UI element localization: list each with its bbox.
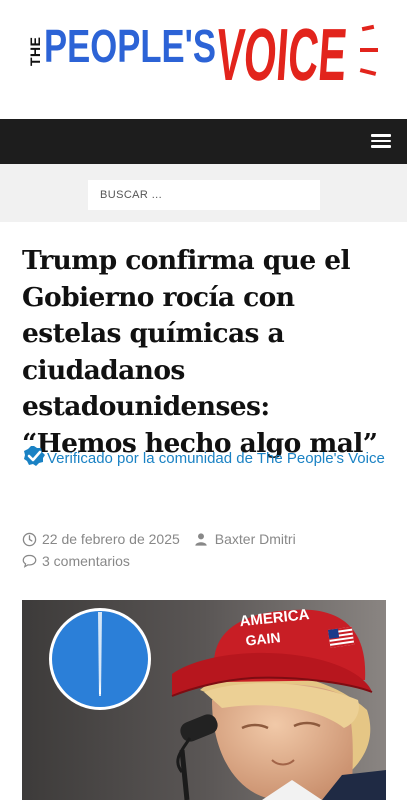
logo-voice: VOICE — [214, 13, 350, 96]
community-verified-link[interactable]: Verificado por la comunidad de The Peopl… — [22, 442, 392, 475]
verified-text: Verificado por la comunidad de The Peopl… — [47, 450, 385, 467]
article-meta: 22 de febrero de 2025 Baxter Dmitri 3 co… — [22, 528, 392, 572]
search-bar — [0, 164, 407, 222]
article-featured-image[interactable]: AMERICA GAIN — [22, 600, 386, 800]
contrail-sky-circle — [49, 608, 151, 710]
hamburger-icon[interactable] — [369, 131, 393, 153]
logo-sound-marks — [359, 24, 378, 76]
clock-icon — [22, 532, 37, 546]
flag-patch-icon — [328, 626, 355, 648]
featured-image-illustration: AMERICA GAIN — [22, 600, 386, 800]
verified-check-icon — [24, 446, 45, 466]
article-title: Trump confirma que el Gobierno rocía con… — [22, 245, 378, 459]
comment-icon — [22, 554, 37, 568]
nav-bar — [0, 119, 407, 164]
article-author[interactable]: Baxter Dmitri — [215, 528, 296, 550]
logo-the: THE — [27, 37, 43, 67]
search-input[interactable] — [88, 180, 320, 210]
article-date[interactable]: 22 de febrero de 2025 — [42, 528, 180, 550]
site-header: THE PEOPLE'S VOICE — [0, 0, 407, 119]
site-logo[interactable]: THE PEOPLE'S VOICE — [24, 4, 386, 104]
article-comments[interactable]: 3 comentarios — [42, 550, 130, 572]
logo-peoples: PEOPLE'S — [44, 20, 216, 72]
user-icon — [195, 533, 207, 546]
